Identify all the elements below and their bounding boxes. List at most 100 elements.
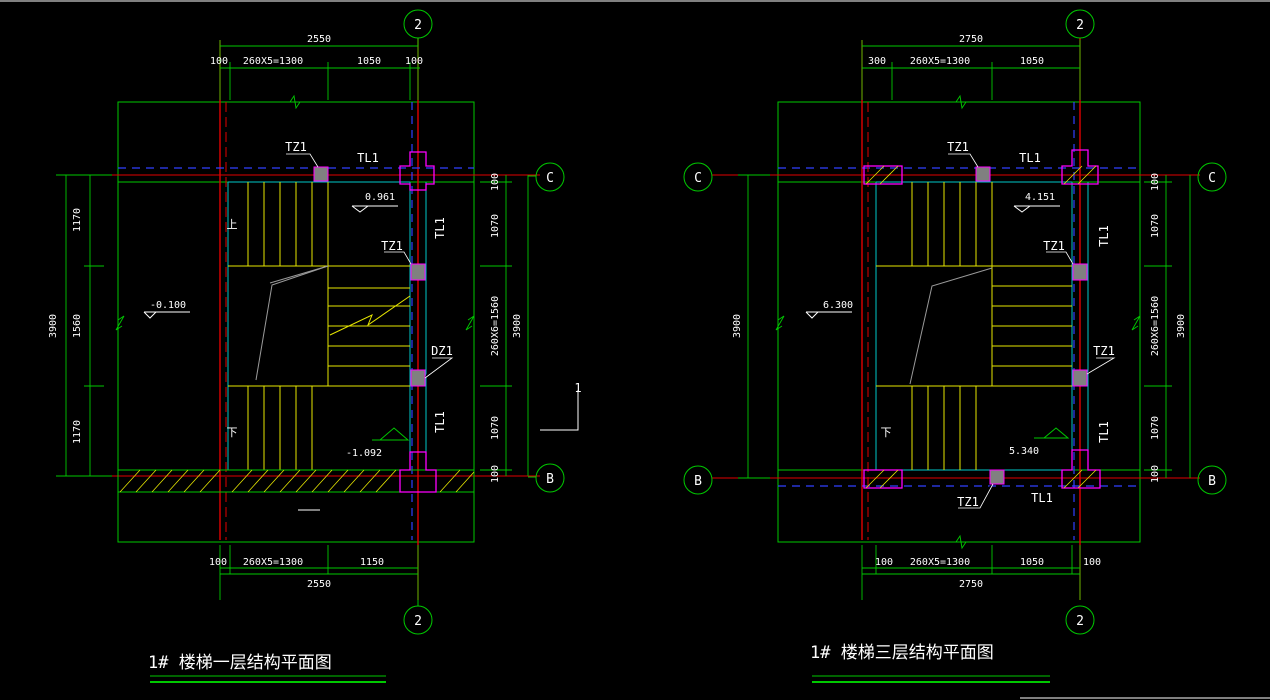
plan1-tl1-right-a: TL1: [433, 217, 447, 239]
plan2-dim-bottom-b: 260X5=1300: [910, 557, 970, 568]
plan1-left-b: 1560: [72, 314, 83, 338]
plan2-axis-c-right-label: C: [1208, 171, 1216, 186]
plan2-elev-b-symbol: [1034, 427, 1070, 439]
plan1-left-c: 1170: [72, 420, 83, 444]
plan2-right-total: 3900: [1176, 314, 1187, 338]
plan2-down-mark: 下: [881, 426, 892, 439]
plan1-dim-top: [219, 40, 420, 100]
plan2-tz1-b: TZ1: [1043, 239, 1065, 253]
plan2-dim-bottom: [861, 545, 1081, 600]
plan1-right-c: 260X6=1560: [490, 296, 501, 356]
plan1-tz1-column-a: [313, 166, 329, 182]
plan2-dim-top-a: 300: [868, 56, 886, 67]
plan1-axis-b-label: B: [546, 472, 554, 487]
plan1-dim-bottom-total: 2550: [307, 579, 331, 590]
plan2-right-d: 1070: [1150, 416, 1161, 440]
plan2-dim-bottom-a: 100: [875, 557, 893, 568]
plan2-axis-b-right-label: B: [1208, 474, 1216, 489]
plan2-axis-b-left-label: B: [694, 474, 702, 489]
plan1-dim-top-d: 100: [405, 56, 423, 67]
plan2-dim-bottom-d: 100: [1083, 557, 1101, 568]
plan1-tz1-b: TZ1: [381, 239, 403, 253]
plan2-axis-top-label: 2: [1076, 18, 1084, 33]
plan2-tz1-column-c: [1072, 369, 1088, 387]
plan2-right-e: 100: [1150, 465, 1161, 483]
plan2-treads: [876, 182, 1072, 470]
plan1-dim-left: [56, 174, 125, 477]
plan2-axis-bottom-label: 2: [1076, 614, 1084, 629]
plan2-elev-b: 5.340: [1009, 446, 1039, 457]
plan2-tl1-right-b: TL1: [1097, 421, 1111, 443]
plan2-dim-left: [738, 94, 967, 550]
plan2-right-b: 1070: [1150, 214, 1161, 238]
plan2-tz1-column-d: [989, 469, 1005, 485]
plan2-tz1-d: TZ1: [957, 495, 979, 509]
plan1-dim-top-a: 100: [210, 56, 228, 67]
plan1-hatch-lines: [119, 469, 475, 493]
plan1-down-mark: 下: [227, 426, 238, 439]
plan1-section-mark-label: 1: [574, 381, 581, 395]
plan2-well-break: [909, 267, 993, 385]
plan1-left-a: 1170: [72, 208, 83, 232]
plan1-section-mark: [540, 390, 579, 431]
plan2-dim-top: [861, 40, 1081, 100]
plan2-elev-a: 4.151: [1025, 192, 1055, 203]
cad-drawing-canvas: 2550 100 260X5=1300 1050 100 100 260X5=1…: [0, 0, 1270, 699]
plan1-treads: [228, 182, 411, 470]
plan1-tl1-right-b: TL1: [433, 411, 447, 433]
plan2-dim-top-c: 1050: [1020, 56, 1044, 67]
plan2-drawing: [683, 9, 1227, 683]
plan1-dim-bottom-b: 260X5=1300: [243, 557, 303, 568]
plan2-right-c: 260X6=1560: [1150, 296, 1161, 356]
plan1-dim-top-total: 2550: [307, 34, 331, 45]
plan2-axis-c-left-label: C: [694, 171, 702, 186]
plan1-left-total: 3900: [48, 314, 59, 338]
plan2-texts: 2750 300 260X5=1300 1050 100 260X5=1300 …: [694, 18, 1216, 663]
plan2-tl1-right-a: TL1: [1097, 225, 1111, 247]
plan1-right-e: 100: [490, 465, 501, 483]
plan2-left-total: 3900: [732, 314, 743, 338]
plan1-dz1-column: [410, 369, 426, 387]
plan1-title: 1# 楼梯一层结构平面图: [148, 653, 332, 673]
plan1-elev-left: -0.100: [150, 300, 186, 311]
plan1-axis-c-label: C: [546, 171, 554, 186]
plan2-dim-top-b: 260X5=1300: [910, 56, 970, 67]
plan2-columns: [863, 149, 1101, 489]
plan2-elev-left: 6.300: [823, 300, 853, 311]
plan1-elev-a: 0.961: [365, 192, 395, 203]
plan2-dim-bottom-total: 2750: [959, 579, 983, 590]
plan1-tz1-column-b: [410, 263, 426, 281]
plan2-tz1-column-b: [1072, 263, 1088, 281]
plan1-axis-bottom-label: 2: [414, 614, 422, 629]
plan1-dim-top-b: 260X5=1300: [243, 56, 303, 67]
plan2-column-hatch: [865, 165, 1097, 489]
plan2-tl1-bottom: TL1: [1031, 491, 1053, 505]
plan1-well-break: [255, 265, 329, 381]
plan1-tz1-a: TZ1: [285, 140, 307, 154]
plan1-right-b: 1070: [490, 214, 501, 238]
plan2-right-a: 100: [1150, 173, 1161, 191]
plan1-dim-bottom: [219, 545, 419, 600]
plan1-up-mark: 上: [227, 218, 238, 231]
plan1-right-d: 1070: [490, 416, 501, 440]
plan2-tz1-c: TZ1: [1093, 344, 1115, 358]
plan1-tl1-top: TL1: [357, 151, 379, 165]
plan1-texts: 2550 100 260X5=1300 1050 100 100 260X5=1…: [48, 18, 582, 673]
plan1-axis-top-label: 2: [414, 18, 422, 33]
plan1-right-total: 3900: [512, 314, 523, 338]
plan2-title: 1# 楼梯三层结构平面图: [810, 643, 994, 663]
plan1-dim-top-c: 1050: [357, 56, 381, 67]
plan2-tz1-a: TZ1: [947, 140, 969, 154]
plan1-elev-b: -1.092: [346, 448, 382, 459]
plan2-tl1-top: TL1: [1019, 151, 1041, 165]
plan1-dz1: DZ1: [431, 344, 453, 358]
plan2-tz1-column-a: [975, 166, 991, 182]
plan1-elev-b-symbol: [372, 427, 410, 441]
plan1-dim-bottom-c: 1150: [360, 557, 384, 568]
plan2-dim-bottom-c: 1050: [1020, 557, 1044, 568]
plan1-well-break-2: [269, 265, 329, 284]
plan1-right-a: 100: [490, 173, 501, 191]
plan2-outline: [777, 101, 1141, 543]
plan2-dim-top-total: 2750: [959, 34, 983, 45]
plan1-dim-bottom-a: 100: [209, 557, 227, 568]
